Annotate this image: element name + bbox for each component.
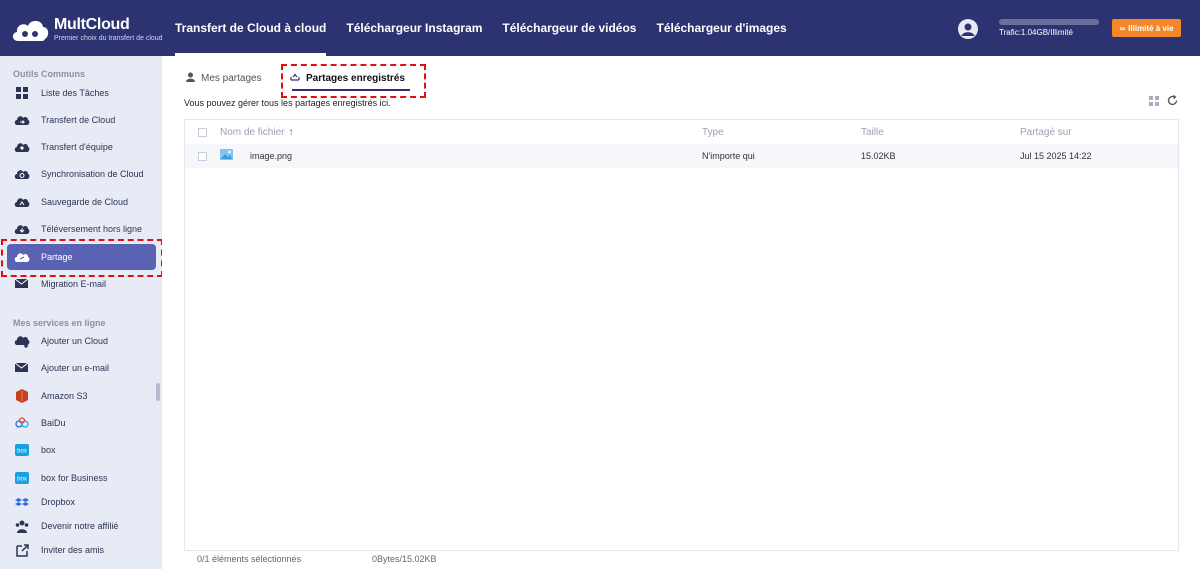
cloud-backup-icon [14, 194, 30, 210]
offline-upload-icon [14, 221, 30, 237]
nav-instagram-downloader[interactable]: Téléchargeur Instagram [336, 0, 492, 56]
highlight-saved-shares-tab [281, 64, 426, 98]
sidebar-item-add-email[interactable]: Ajouter un e-mail [7, 355, 156, 381]
refresh-icon[interactable] [1167, 95, 1178, 109]
add-cloud-icon [14, 333, 30, 349]
sidebar-scrollbar[interactable] [156, 383, 160, 401]
amazon-s3-icon [14, 388, 30, 404]
nav-video-downloader[interactable]: Téléchargeur de vidéos [492, 0, 646, 56]
sidebar-item-label: Amazon S3 [41, 391, 88, 401]
sidebar-item-label: Liste des Tâches [41, 88, 109, 98]
column-name-label: Nom de fichier [220, 126, 285, 138]
app-name: MultCloud [54, 16, 130, 33]
view-tools [1149, 95, 1178, 109]
sort-up-arrow-icon: ↑ [288, 126, 294, 138]
file-type: N'importe qui [702, 151, 755, 161]
user-avatar-icon[interactable] [958, 19, 978, 39]
sidebar-item-label: Ajouter un e-mail [41, 363, 110, 373]
sidebar-item-label: Inviter des amis [41, 545, 105, 555]
invite-icon [14, 542, 30, 558]
grid-icon [14, 85, 30, 101]
sidebar-item-cloud-sync[interactable]: Synchronisation de Cloud [7, 161, 156, 187]
column-type-header[interactable]: Type [702, 127, 861, 138]
main-content: Mes partages Partages enregistrés Vous p… [162, 56, 1200, 569]
sidebar-item-team-transfer[interactable]: Transfert d'équipe [7, 134, 156, 160]
sidebar-item-label: box for Business [41, 473, 108, 483]
selection-size: 0Bytes/15.02KB [372, 554, 437, 564]
upgrade-label: Illimité à vie [1128, 23, 1174, 33]
grid-view-icon[interactable] [1149, 95, 1159, 109]
email-migration-icon [14, 276, 30, 292]
sidebar-item-label: Transfert de Cloud [41, 115, 116, 125]
sidebar-item-dropbox[interactable]: Dropbox [7, 492, 156, 512]
tab-label: Mes partages [201, 73, 262, 84]
file-size: 15.02KB [861, 151, 896, 161]
traffic-text: Trafic:1.04GB/Illimité [999, 28, 1073, 37]
selection-count: 0/1 éléments sélectionnés [197, 554, 302, 564]
sidebar-item-label: Téléversement hors ligne [41, 224, 143, 234]
sidebar-item-label: BaiDu [41, 418, 66, 428]
sidebar-item-add-cloud[interactable]: Ajouter un Cloud [7, 328, 156, 354]
sidebar-item-label: Migration E-mail [41, 279, 107, 289]
sidebar-item-amazon-s3[interactable]: Amazon S3 [7, 383, 156, 409]
box-icon: box [14, 442, 30, 458]
sidebar-item-label: Synchronisation de Cloud [41, 169, 144, 179]
file-table: Nom de fichier ↑ Type Taille Partagé sur… [184, 119, 1179, 551]
add-email-icon [14, 360, 30, 376]
sidebar-item-box-business[interactable]: box box for Business [7, 465, 156, 491]
image-file-icon [220, 149, 234, 163]
file-date: Jul 15 2025 14:22 [1020, 151, 1092, 161]
main-nav: Transfert de Cloud à cloud Téléchargeur … [165, 0, 797, 56]
traffic-progress-bar [999, 19, 1099, 25]
sidebar-item-label: Sauvegarde de Cloud [41, 197, 129, 207]
baidu-icon [14, 415, 30, 431]
sidebar-item-task-list[interactable]: Liste des Tâches [7, 80, 156, 106]
file-name[interactable]: image.png [250, 151, 292, 161]
cloud-transfer-icon [14, 112, 30, 128]
column-size-header[interactable]: Taille [861, 127, 1020, 138]
nav-image-downloader[interactable]: Téléchargeur d'images [646, 0, 796, 56]
svg-text:box: box [17, 449, 27, 455]
nav-cloud-to-cloud[interactable]: Transfert de Cloud à cloud [165, 0, 336, 56]
sidebar-item-cloud-backup[interactable]: Sauvegarde de Cloud [7, 189, 156, 215]
sidebar-item-label: Transfert d'équipe [41, 142, 113, 152]
sidebar-item-label: Ajouter un Cloud [41, 336, 109, 346]
logo-cloud-icon [10, 15, 50, 43]
sidebar-item-affiliate[interactable]: Devenir notre affilié [7, 513, 156, 539]
logo[interactable]: MultCloud Premier choix du transfert de … [10, 13, 170, 45]
info-text: Vous pouvez gérer tous les partages enre… [184, 98, 391, 108]
column-date-header[interactable]: Partagé sur [1020, 127, 1178, 138]
svg-text:box: box [17, 477, 27, 483]
infinity-icon: ∞ [1119, 23, 1126, 33]
team-transfer-icon [14, 139, 30, 155]
sidebar-item-box[interactable]: box box [7, 437, 156, 463]
person-icon [186, 72, 195, 85]
sidebar-item-label: box [41, 445, 56, 455]
cloud-sync-icon [14, 166, 30, 182]
sidebar: Outils Communs Liste des Tâches Transfer… [0, 56, 162, 569]
highlight-share-item [1, 239, 163, 277]
sidebar-item-cloud-transfer[interactable]: Transfert de Cloud [7, 107, 156, 133]
sidebar-item-label: Dropbox [41, 497, 76, 507]
sidebar-item-label: Devenir notre affilié [41, 521, 119, 531]
table-header: Nom de fichier ↑ Type Taille Partagé sur [185, 120, 1178, 144]
app-tagline: Premier choix du transfert de cloud [54, 35, 163, 42]
column-name-header[interactable]: Nom de fichier ↑ [220, 127, 702, 138]
affiliate-icon [14, 518, 30, 534]
section-online-services: Mes services en ligne [13, 318, 106, 328]
top-header: MultCloud Premier choix du transfert de … [0, 0, 1200, 56]
tab-my-shares[interactable]: Mes partages [186, 72, 262, 85]
dropbox-icon [14, 494, 30, 510]
sidebar-item-invite[interactable]: Inviter des amis [7, 537, 156, 563]
sidebar-item-baidu[interactable]: BaiDu [7, 410, 156, 436]
section-common-tools: Outils Communs [13, 69, 86, 79]
table-row[interactable]: image.png N'importe qui 15.02KB Jul 15 2… [185, 144, 1178, 168]
row-checkbox[interactable] [198, 151, 207, 161]
box-business-icon: box [14, 470, 30, 486]
select-all-checkbox[interactable] [198, 127, 207, 137]
upgrade-button[interactable]: ∞ Illimité à vie [1112, 19, 1181, 37]
